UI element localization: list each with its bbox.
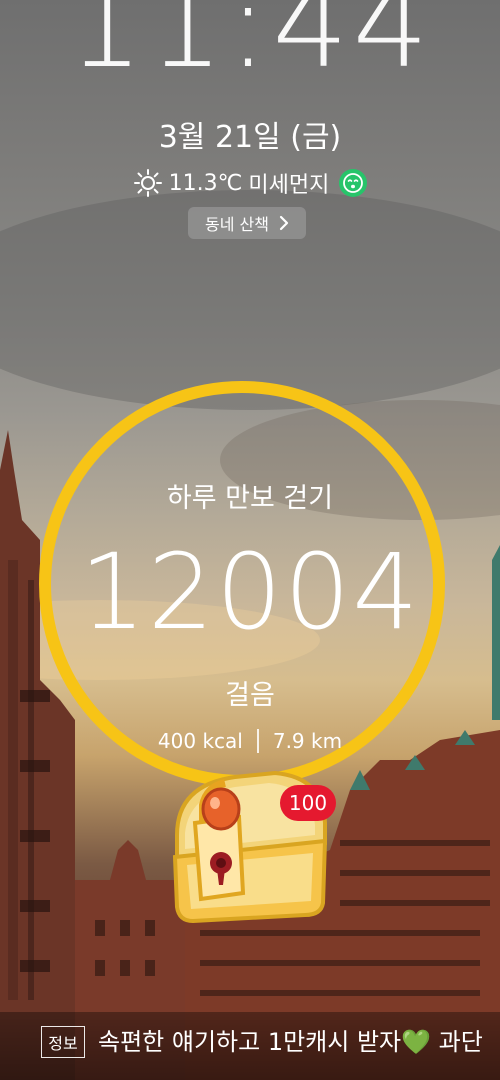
lockscreen-clock: 11:44	[67, 0, 433, 95]
sun-icon	[133, 169, 162, 197]
ticker-text[interactable]: 속편한 얘기하고 1만캐시 받자💚 과단	[98, 1024, 500, 1060]
weather-row[interactable]: 11.3℃ 미세먼지	[0, 166, 500, 200]
step-challenge-title: 하루 만보 걷기	[166, 483, 334, 514]
reward-badge: 100	[280, 785, 336, 821]
step-count: 12004	[79, 531, 421, 653]
weather-temperature: 11.3℃	[168, 170, 243, 196]
distance-value: 7.9 km	[272, 729, 343, 753]
good-face-icon	[339, 169, 368, 197]
stats-divider	[256, 729, 259, 753]
fine-dust-label: 미세먼지	[248, 173, 330, 198]
step-unit: 걸음	[225, 680, 275, 711]
chevron-right-icon	[279, 215, 289, 231]
calories-value: 400 kcal	[157, 729, 243, 753]
ticker-tag: 정보	[41, 1026, 85, 1058]
neighborhood-walk-label: 동네 산책	[205, 215, 269, 234]
step-stats: 400 kcal 7.9 km	[0, 729, 500, 753]
lockscreen-date: 3월 21일 (금)	[158, 120, 342, 155]
neighborhood-walk-button[interactable]: 동네 산책	[188, 207, 306, 239]
